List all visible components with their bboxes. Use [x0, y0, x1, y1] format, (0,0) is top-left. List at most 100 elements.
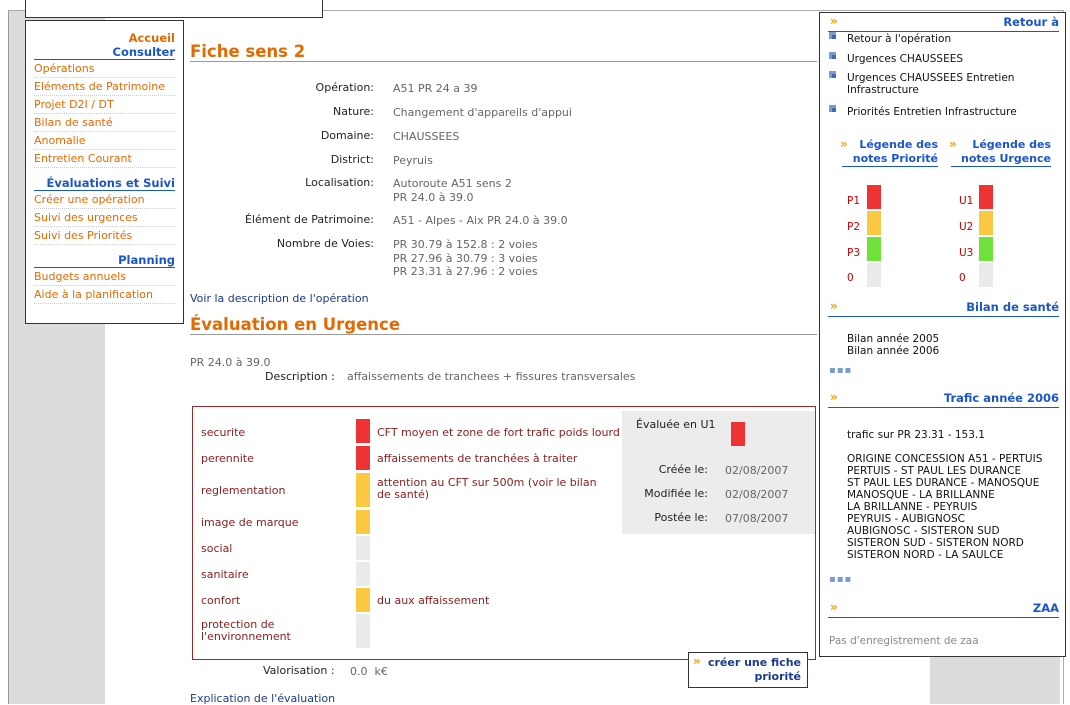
left-navigation: Accueil Consulter Opérations Eléments de… [25, 20, 184, 324]
more-dots-icon: ▪▪▪ [829, 365, 853, 376]
legend-p2: P2 [847, 221, 861, 233]
explication-link[interactable]: Explication de l'évaluation [190, 692, 335, 705]
trafic-item[interactable]: ORIGINE CONCESSION A51 - PERTUIS [847, 453, 1042, 465]
retour-item-urgences-chaussees[interactable]: Urgences CHAUSSEES [847, 53, 963, 65]
bullet-icon [829, 71, 836, 78]
value-element-patrimoine: A51 - Alpes - Aix PR 24.0 à 39.0 [393, 214, 568, 227]
criterion-confort: confort [201, 594, 241, 607]
nav-item-budgets-annuels[interactable]: Budgets annuels [34, 268, 175, 286]
bullet-icon [829, 32, 836, 39]
trafic-item[interactable]: LA BRILLANNE - PEYRUIS [847, 501, 977, 513]
retour-item-urgences-entretien[interactable]: Urgences CHAUSSEES Entretien Infrastruct… [847, 72, 1047, 96]
legend-p1-square [867, 185, 881, 209]
level-protection-environnement [356, 614, 370, 648]
label-domaine: Domaine: [320, 129, 374, 142]
comment-confort: du aux affaissement [377, 594, 490, 607]
nav-item-elements-patrimoine[interactable]: Eléments de Patrimoine [34, 78, 175, 96]
retour-title: Retour à [1003, 15, 1059, 29]
comment-perennite: affaissements de tranchées à traiter [377, 452, 578, 465]
bilan-title: Bilan de santé [966, 300, 1059, 314]
modifiee-label: Modifiée le: [644, 487, 708, 500]
bilan-item-2006[interactable]: Bilan année 2006 [847, 345, 939, 357]
retour-item-operation[interactable]: Retour à l'opération [847, 33, 951, 45]
legend-u1: U1 [959, 195, 974, 207]
legend-p3: P3 [847, 247, 861, 259]
criterion-perennite: perennite [201, 452, 254, 465]
nav-item-aide-planification[interactable]: Aide à la planification [34, 286, 175, 304]
nav-item-anomalie[interactable]: Anomalie [34, 132, 175, 150]
label-localisation: Localisation: [305, 176, 374, 189]
legend-u3: U3 [959, 247, 974, 259]
valorisation-value: 0.0 k€ [350, 665, 388, 678]
evaluee-level-square [731, 422, 745, 446]
label-nature: Nature: [332, 105, 374, 118]
legend-u3-square [979, 237, 993, 261]
level-securite [356, 419, 370, 443]
value-nature: Changement d'appareils d'appui [393, 106, 572, 119]
right-panel: » Retour à Retour à l'opération Urgences… [819, 12, 1066, 657]
bilan-header: » Bilan de santé [828, 299, 1059, 317]
evaluation-title: Évaluation en Urgence [190, 315, 817, 335]
trafic-item[interactable]: MANOSQUE - LA BRILLANNE [847, 489, 995, 501]
nav-evaluations-header: Évaluations et Suivi [34, 176, 175, 191]
retour-header: » Retour à [828, 14, 1059, 32]
trafic-item[interactable]: SISTERON SUD - SISTERON NORD [847, 537, 1024, 549]
level-social [356, 536, 370, 560]
top-box [25, 0, 323, 18]
bilan-item-2005[interactable]: Bilan année 2005 [847, 333, 939, 345]
value-domaine: CHAUSSEES [393, 130, 460, 143]
label-nombre-voies: Nombre de Voies: [276, 237, 374, 250]
nav-item-projet-d2i[interactable]: Projet D2I / DT [34, 96, 175, 114]
legend-p1: P1 [847, 195, 861, 207]
trafic-item[interactable]: PEYRUIS - AUBIGNOSC [847, 513, 965, 525]
creee-label: Créée le: [658, 463, 708, 476]
criterion-image-marque: image de marque [201, 516, 299, 529]
legend-u2-square [979, 211, 993, 235]
description-label: Description : [265, 370, 335, 383]
modifiee-value: 02/08/2007 [725, 488, 789, 501]
nav-accueil[interactable]: Accueil [26, 31, 183, 45]
creer-fiche-label: créer une fiche priorité [707, 656, 801, 683]
legend-u2: U2 [959, 221, 974, 233]
trafic-item[interactable]: SISTERON NORD - LA SAULCE [847, 549, 1003, 561]
chevron-right-icon: » [693, 654, 701, 668]
level-reglementation [356, 473, 370, 507]
criterion-reglementation: reglementation [201, 484, 286, 497]
nav-item-operations[interactable]: Opérations [34, 60, 175, 78]
page-title: Fiche sens 2 [190, 42, 817, 62]
legende-priorite-title: Légende des notes Priorité [842, 138, 938, 167]
level-confort [356, 588, 370, 612]
level-sanitaire [356, 562, 370, 586]
legend-u0-square [979, 263, 993, 287]
more-dots-icon: ▪▪▪ [829, 574, 853, 585]
legend-p0-square [867, 263, 881, 287]
postee-value: 07/08/2007 [725, 512, 789, 525]
value-operation: A51 PR 24 a 39 [393, 82, 478, 95]
trafic-item[interactable]: PERTUIS - ST PAUL LES DURANCE [847, 465, 1021, 477]
value-nombre-voies: PR 30.79 à 152.8 : 2 voies PR 27.96 à 30… [393, 238, 538, 278]
zaa-header: » ZAA [828, 600, 1059, 618]
value-district: Peyruis [393, 154, 433, 167]
voir-description-link[interactable]: Voir la description de l'opération [190, 292, 369, 305]
legend-p3-square [867, 237, 881, 261]
criterion-securite: securite [201, 426, 246, 439]
evaluation-pr: PR 24.0 à 39.0 [190, 356, 271, 369]
nav-item-bilan-sante[interactable]: Bilan de santé [34, 114, 175, 132]
criterion-social: social [201, 542, 233, 555]
level-perennite [356, 446, 370, 470]
nav-item-entretien-courant[interactable]: Entretien Courant [34, 150, 175, 168]
retour-item-priorites-entretien[interactable]: Priorités Entretien Infrastructure [847, 106, 1017, 118]
legend-p2-square [867, 211, 881, 235]
nav-item-creer-operation[interactable]: Créer une opération [34, 191, 175, 209]
right-gray-strip [930, 657, 1060, 704]
nav-item-suivi-priorites[interactable]: Suivi des Priorités [34, 227, 175, 245]
trafic-item[interactable]: ST PAUL LES DURANCE - MANOSQUE [847, 477, 1039, 489]
creer-fiche-priorite-button[interactable]: » créer une fiche priorité [688, 652, 808, 688]
nav-item-suivi-urgences[interactable]: Suivi des urgences [34, 209, 175, 227]
trafic-item[interactable]: AUBIGNOSC - SISTERON SUD [847, 525, 1000, 537]
legend-u1-square [979, 185, 993, 209]
criterion-sanitaire: sanitaire [201, 568, 249, 581]
bullet-icon [829, 52, 836, 59]
valorisation-label: Valorisation : [263, 664, 335, 677]
label-operation: Opération: [315, 81, 374, 94]
